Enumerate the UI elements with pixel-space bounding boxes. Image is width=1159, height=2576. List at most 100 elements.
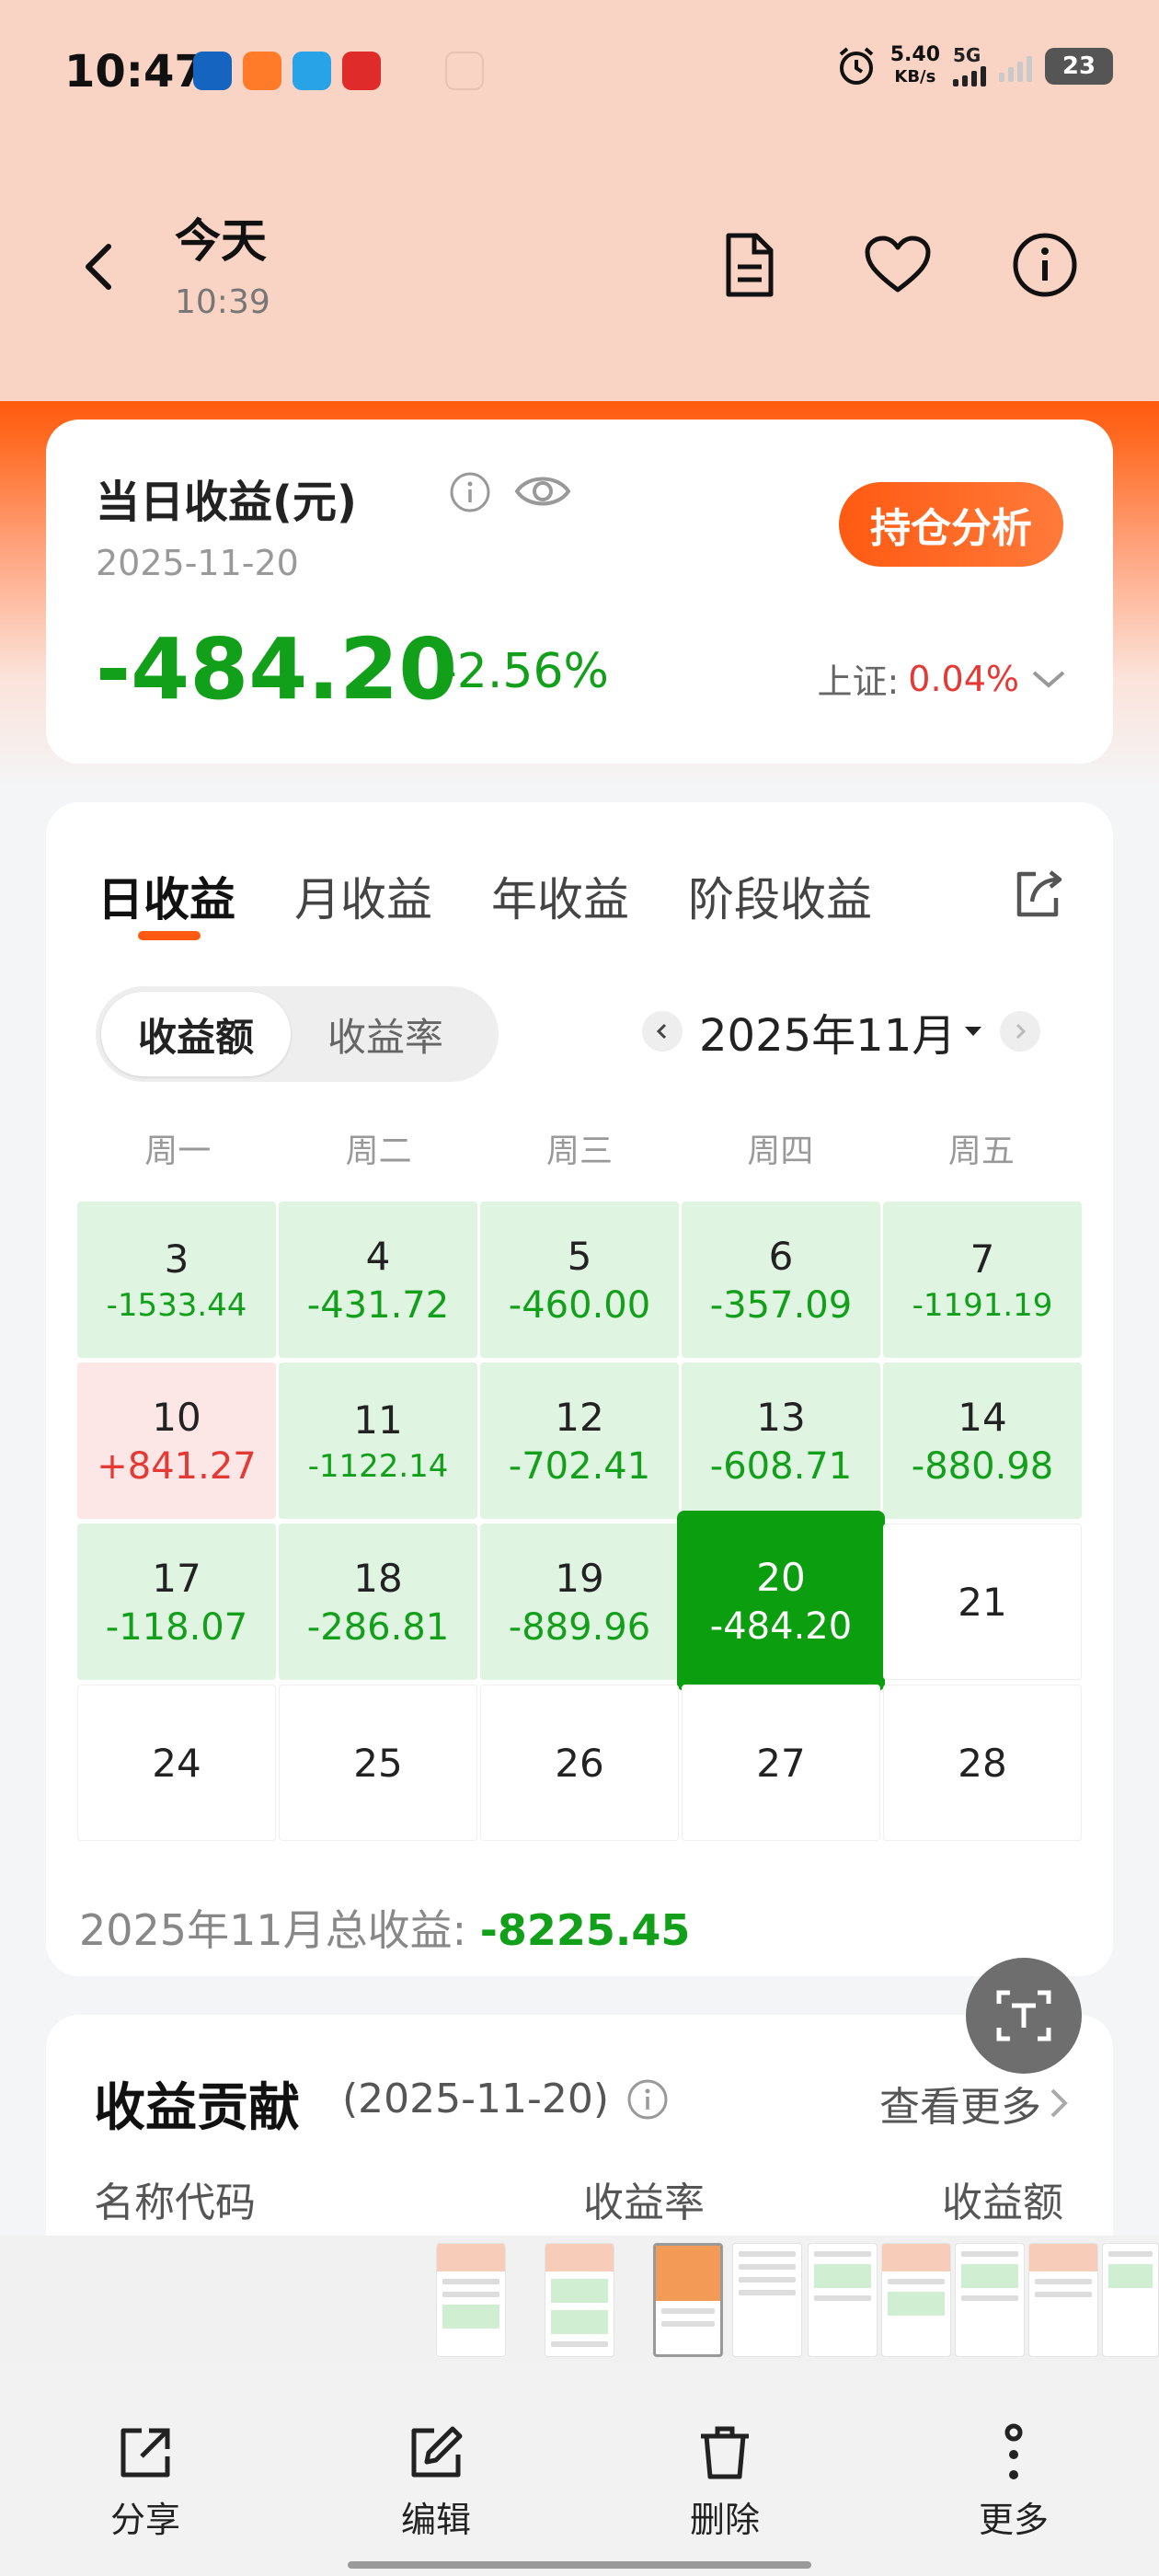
app-notification-icon bbox=[342, 52, 381, 90]
share-button[interactable]: 分享 bbox=[72, 2423, 219, 2542]
holding-analysis-button[interactable]: 持仓分析 bbox=[839, 482, 1063, 567]
home-indicator[interactable] bbox=[348, 2561, 811, 2569]
next-month-button[interactable] bbox=[1000, 1011, 1041, 1052]
calendar-day-cell[interactable]: 6 -357.09 bbox=[682, 1202, 880, 1358]
tab-period[interactable]: 阶段收益 bbox=[688, 863, 872, 929]
share-icon bbox=[120, 2428, 170, 2478]
day-number: 20 bbox=[756, 1554, 806, 1600]
network-speed-unit: KB/s bbox=[894, 67, 936, 86]
alarm-icon bbox=[839, 47, 874, 85]
prev-month-button[interactable] bbox=[642, 1011, 683, 1052]
thumbnail[interactable] bbox=[1102, 2243, 1159, 2357]
tab-monthly[interactable]: 月收益 bbox=[294, 863, 432, 929]
toggle-rate[interactable]: 收益率 bbox=[291, 992, 480, 1076]
contribution-title: 收益贡献 bbox=[94, 2078, 300, 2138]
edit-label: 编辑 bbox=[400, 2500, 471, 2540]
app-notification-icon bbox=[293, 52, 331, 90]
calendar-day-cell[interactable]: 27 bbox=[682, 1685, 880, 1841]
info-icon[interactable] bbox=[1008, 228, 1082, 302]
eye-visibility-icon[interactable] bbox=[513, 467, 572, 515]
calendar-day-cell[interactable]: 7 -1191.19 bbox=[883, 1202, 1082, 1358]
weekday-label: 周四 bbox=[747, 1133, 814, 1170]
thumbnail[interactable] bbox=[436, 2243, 506, 2357]
toggle-amount[interactable]: 收益额 bbox=[101, 992, 291, 1076]
view-more-link[interactable]: 查看更多 bbox=[879, 2074, 1071, 2133]
calendar-day-cell[interactable]: 10 +841.27 bbox=[77, 1363, 276, 1519]
index-comparison[interactable]: 上证: 0.04% bbox=[817, 653, 1069, 704]
day-profit: -889.96 bbox=[508, 1605, 651, 1649]
tab-daily[interactable]: 日收益 bbox=[98, 863, 235, 929]
calendar-day-cell[interactable]: 12 -702.41 bbox=[480, 1363, 679, 1519]
calendar-day-cell[interactable]: 14 -880.98 bbox=[883, 1363, 1082, 1519]
top-navigation: 今天 10:39 bbox=[0, 184, 1159, 350]
thumbnail[interactable] bbox=[955, 2243, 1025, 2357]
bottom-action-bar: 分享 编辑 删除 更多 bbox=[0, 2364, 1159, 2576]
chevron-right-icon bbox=[1050, 2088, 1068, 2118]
day-number: 18 bbox=[353, 1555, 403, 1601]
calendar-day-cell[interactable]: 26 bbox=[480, 1685, 679, 1841]
app-notification-icon bbox=[193, 52, 232, 90]
share-export-icon[interactable] bbox=[1008, 865, 1067, 924]
text-recognition-button[interactable] bbox=[966, 1958, 1082, 2074]
calendar-day-cell[interactable]: 25 bbox=[279, 1685, 477, 1841]
calendar-day-cell[interactable]: 13 -608.71 bbox=[682, 1363, 880, 1519]
day-profit: -608.71 bbox=[709, 1444, 853, 1488]
calendar-day-cell[interactable]: 4 -431.72 bbox=[279, 1202, 477, 1358]
day-profit: -118.07 bbox=[105, 1605, 248, 1649]
period-tabs: 日收益 月收益 年收益 阶段收益 bbox=[98, 863, 872, 929]
day-number: 25 bbox=[353, 1740, 403, 1786]
battery-icon: 23 bbox=[1045, 48, 1113, 85]
day-profit: -431.72 bbox=[306, 1283, 450, 1327]
day-number: 3 bbox=[164, 1236, 189, 1282]
calendar-day-cell[interactable]: 5 -460.00 bbox=[480, 1202, 679, 1358]
calendar-day-cell[interactable]: 3 -1533.44 bbox=[77, 1202, 276, 1358]
daily-profit-date: 2025-11-20 bbox=[96, 543, 299, 583]
day-number: 6 bbox=[768, 1233, 794, 1279]
edit-button[interactable]: 编辑 bbox=[362, 2423, 510, 2542]
trash-icon bbox=[701, 2426, 749, 2479]
favorite-heart-icon[interactable] bbox=[861, 228, 935, 302]
metric-toggle: 收益额 收益率 bbox=[96, 986, 499, 1082]
cell-signal: 5G bbox=[953, 46, 986, 86]
network-type: 5G bbox=[953, 44, 981, 66]
status-time: 10:47 bbox=[64, 46, 205, 98]
calendar-day-cell[interactable]: 19 -889.96 bbox=[480, 1524, 679, 1680]
calendar-day-cell[interactable]: 11 -1122.14 bbox=[279, 1363, 477, 1519]
weekday-label: 周三 bbox=[546, 1133, 614, 1170]
chevron-down-icon bbox=[1032, 670, 1065, 688]
day-profit: +841.27 bbox=[97, 1444, 257, 1488]
document-icon[interactable] bbox=[712, 228, 786, 302]
thumbnail-current[interactable] bbox=[653, 2243, 723, 2357]
placeholder-icon bbox=[445, 52, 484, 90]
delete-button[interactable]: 删除 bbox=[651, 2423, 798, 2542]
chevron-right-icon bbox=[1016, 1023, 1027, 1040]
calendar-day-cell[interactable]: 21 bbox=[883, 1524, 1082, 1680]
calendar-day-cell[interactable]: 24 bbox=[77, 1685, 276, 1841]
weekday-label: 周五 bbox=[947, 1133, 1015, 1170]
thumbnail[interactable] bbox=[545, 2243, 614, 2357]
day-profit: -484.20 bbox=[709, 1604, 853, 1648]
day-number: 13 bbox=[756, 1394, 806, 1440]
daily-profit-title: 当日收益(元) bbox=[96, 477, 357, 528]
calendar-day-cell[interactable]: 17 -118.07 bbox=[77, 1524, 276, 1680]
calendar-day-cell[interactable]: 28 bbox=[883, 1685, 1082, 1841]
network-speed: 5.40 KB/s bbox=[890, 44, 940, 88]
day-number: 5 bbox=[567, 1233, 592, 1279]
tab-yearly[interactable]: 年收益 bbox=[491, 863, 629, 929]
month-label: 2025年11月 bbox=[699, 1010, 957, 1062]
calendar-day-cell[interactable]: 18 -286.81 bbox=[279, 1524, 477, 1680]
thumbnail[interactable] bbox=[881, 2243, 951, 2357]
thumbnail[interactable] bbox=[732, 2243, 802, 2357]
day-profit: -1122.14 bbox=[307, 1447, 449, 1485]
info-icon[interactable] bbox=[449, 471, 491, 513]
info-icon[interactable] bbox=[625, 2077, 670, 2122]
more-dots-icon bbox=[1004, 2423, 1023, 2479]
thumbnail[interactable] bbox=[1028, 2243, 1098, 2357]
calendar-day-cell-selected[interactable]: 20 -484.20 bbox=[677, 1511, 885, 1691]
thumbnail[interactable] bbox=[808, 2243, 878, 2357]
more-button[interactable]: 更多 bbox=[940, 2423, 1087, 2542]
page-subtitle-time: 10:39 bbox=[175, 283, 270, 321]
month-selector[interactable]: 2025年11月 bbox=[699, 999, 983, 1064]
signal-bars-icon bbox=[953, 64, 986, 86]
back-arrow-icon[interactable] bbox=[72, 239, 127, 294]
